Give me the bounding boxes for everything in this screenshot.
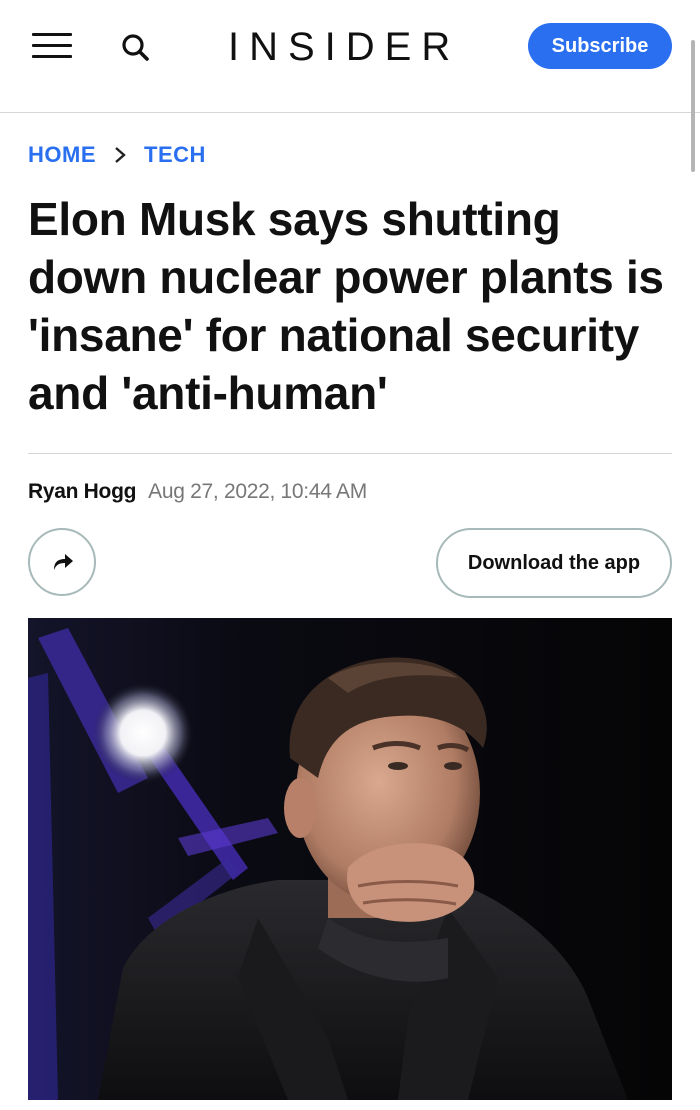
- breadcrumb-home-link[interactable]: HOME: [28, 142, 96, 168]
- publish-date: Aug 27, 2022, 10:44 AM: [148, 480, 367, 503]
- download-app-button[interactable]: Download the app: [436, 528, 672, 598]
- article-headline: Elon Musk says shutting down nuclear pow…: [28, 193, 664, 419]
- breadcrumb: HOME TECH: [28, 140, 206, 170]
- insider-logo[interactable]: INSIDER: [228, 22, 460, 72]
- subscribe-button[interactable]: Subscribe: [528, 23, 672, 69]
- breadcrumb-tech-link[interactable]: TECH: [144, 142, 206, 168]
- byline: Ryan Hogg Aug 27, 2022, 10:44 AM: [28, 480, 367, 508]
- hamburger-menu-icon[interactable]: [30, 31, 74, 61]
- author-name[interactable]: Ryan Hogg: [28, 480, 136, 504]
- hero-image: [28, 618, 672, 1100]
- share-arrow-icon: [54, 554, 73, 570]
- share-button[interactable]: [28, 528, 96, 596]
- chevron-right-icon: [96, 140, 144, 170]
- search-icon[interactable]: [116, 28, 156, 68]
- site-header: INSIDER Subscribe: [0, 0, 700, 113]
- divider: [28, 453, 672, 454]
- scrollbar[interactable]: [691, 40, 695, 172]
